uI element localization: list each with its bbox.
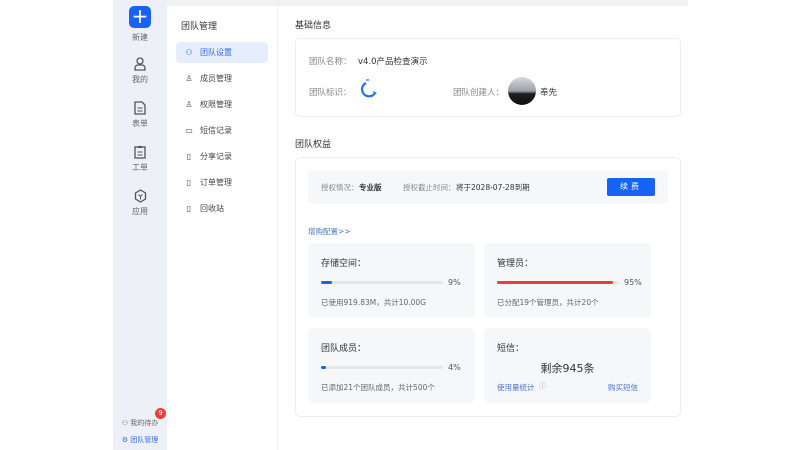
usage-stats-link[interactable]: 使用量统计: [497, 382, 535, 393]
team-name-label: 团队名称：: [309, 57, 352, 67]
sms-remaining: 剩余945条: [540, 362, 595, 375]
item-label: 团队设置: [200, 48, 232, 57]
admins-tile: 管理员： 95% 已分配19个管理员，共计20个: [484, 243, 651, 318]
plus-icon: +: [129, 6, 151, 28]
license-value: 专业版: [359, 183, 382, 192]
item-label: 回收站: [200, 204, 224, 213]
basic-info-title: 基础信息: [295, 21, 332, 31]
members-percent: 4%: [448, 363, 461, 372]
rail-tickets[interactable]: 工单: [113, 145, 167, 173]
rail-mine[interactable]: 我的: [113, 57, 167, 85]
new-button[interactable]: + 新建: [113, 6, 167, 43]
rights-card: 授权情况： 专业版 授权截止时间： 将于2028-07-28到期 续费 增购配置…: [295, 157, 681, 417]
apps-label: 应用: [132, 207, 148, 216]
members-desc: 已添加21个团队成员，共计500个: [321, 383, 435, 392]
submenu-item-permissions[interactable]: ♙ 权限管理: [176, 94, 268, 115]
license-panel: 授权情况： 专业版 授权截止时间： 将于2028-07-28到期 续费: [308, 170, 668, 204]
rail-team[interactable]: ⚙ 团队管理: [113, 435, 167, 445]
forms-label: 表单: [132, 119, 148, 128]
submenu-item-orders[interactable]: ▯ 订单管理: [176, 172, 268, 193]
expire-value: 将于2028-07-28到期: [456, 183, 530, 192]
license-label: 授权情况：: [321, 183, 359, 192]
submenu-item-share[interactable]: ▯ 分享记录: [176, 146, 268, 167]
rail-todo[interactable]: ⚇ 我的待办: [113, 418, 167, 428]
admins-desc: 已分配19个管理员，共计20个: [497, 298, 599, 307]
progress-fill: [321, 366, 326, 369]
team-label: 团队管理: [130, 436, 159, 444]
user-icon: [134, 57, 146, 71]
order-file-icon: ▯: [186, 178, 192, 187]
clipboard-icon: [134, 146, 146, 159]
tile-title: 管理员：: [497, 259, 534, 269]
permission-icon: ♙: [185, 100, 193, 109]
team-icon: ⚇: [185, 48, 193, 57]
storage-desc: 已使用919.83M，共计10.00G: [321, 298, 426, 307]
storage-tile: 存储空间： 9% 已使用919.83M，共计10.00G: [308, 243, 475, 318]
todo-label: 我的待办: [130, 419, 159, 427]
tile-title: 存储空间：: [321, 259, 367, 269]
team-logo-label: 团队标识：: [309, 88, 352, 98]
share-file-icon: ▯: [186, 152, 192, 161]
new-label: 新建: [132, 33, 148, 42]
progress-fill: [321, 281, 332, 284]
submenu-item-sms[interactable]: ▭ 短信记录: [176, 120, 268, 141]
storage-progress: [321, 281, 443, 284]
member-icon: ♙: [185, 74, 193, 83]
form-icon: [134, 101, 146, 115]
team-name: v4.0产品检查演示: [358, 57, 428, 67]
settings-icon: ⚙: [121, 436, 129, 444]
submenu: 团队管理 ⚇ 团队设置 ♙ 成员管理 ♙ 权限管理 ▭ 短信记录 ▯ 分享记录 ▯ 订单管理…: [167, 6, 278, 450]
rights-title: 团队权益: [295, 140, 332, 150]
item-label: 权限管理: [200, 100, 232, 109]
admins-progress: [497, 281, 619, 284]
left-rail: + 新建 我的 表单 工单 应用 ⚇ 我的待办 ⚙ 团队管理: [113, 0, 167, 450]
item-label: 成员管理: [200, 74, 232, 83]
message-icon: ▭: [185, 126, 193, 135]
storage-percent: 9%: [448, 278, 461, 287]
tile-title: 团队成员：: [321, 344, 367, 354]
item-label: 短信记录: [200, 126, 232, 135]
submenu-item-members[interactable]: ♙ 成员管理: [176, 68, 268, 89]
buy-sms-link[interactable]: 购买短信: [608, 382, 638, 393]
submenu-item-recycle[interactable]: ▯ 回收站: [176, 198, 268, 219]
item-label: 分享记录: [200, 152, 232, 161]
main-content: 基础信息 团队名称： v4.0产品检查演示 团队标识： 团队创建人： 奉先 团队…: [278, 6, 688, 450]
item-label: 订单管理: [200, 178, 232, 187]
recycle-icon: ▯: [186, 204, 192, 213]
members-tile: 团队成员： 4% 已添加21个团队成员，共计500个: [308, 328, 475, 403]
sms-tile: 短信： 剩余945条 使用量统计 ⓘ 购买短信: [484, 328, 651, 403]
creator-label: 团队创建人：: [453, 88, 505, 98]
renew-button[interactable]: 续费: [607, 178, 655, 196]
submenu-item-team-settings[interactable]: ⚇ 团队设置: [176, 42, 268, 63]
expire-label: 授权截止时间：: [403, 183, 456, 192]
tickets-label: 工单: [132, 163, 148, 172]
basic-info-card: 团队名称： v4.0产品检查演示 团队标识： 团队创建人： 奉先: [295, 38, 681, 117]
members-progress: [321, 366, 443, 369]
submenu-title: 团队管理: [181, 22, 218, 32]
help-icon[interactable]: ⓘ: [539, 381, 546, 391]
rail-forms[interactable]: 表单: [113, 101, 167, 129]
rail-apps[interactable]: 应用: [113, 189, 167, 217]
progress-fill: [497, 281, 613, 284]
creator-avatar: [508, 77, 536, 105]
team-logo: [361, 79, 377, 98]
todo-icon: ⚇: [121, 419, 129, 427]
creator-name: 奉先: [540, 88, 558, 98]
mine-label: 我的: [132, 75, 148, 84]
app-hexagon-icon: [134, 189, 146, 203]
todo-badge: 9: [155, 408, 166, 419]
tile-title: 短信：: [497, 344, 525, 354]
admins-percent: 95%: [624, 278, 642, 287]
buy-more-link[interactable]: 增购配置>>: [308, 226, 351, 237]
